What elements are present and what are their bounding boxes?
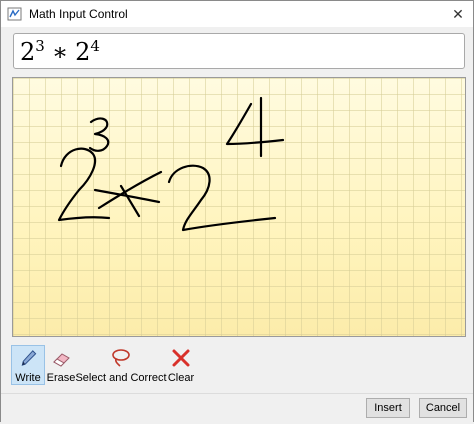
window-title: Math Input Control <box>29 7 128 21</box>
close-window-button[interactable]: ✕ <box>443 1 473 27</box>
write-tool-button[interactable]: Write <box>11 345 45 385</box>
close-icon: ✕ <box>452 5 464 22</box>
pen-icon <box>21 350 37 366</box>
erase-label: Erase <box>46 372 76 384</box>
preview-exponent-1: 3 <box>35 37 45 55</box>
math-input-icon <box>7 7 22 21</box>
insert-button[interactable]: Insert <box>366 398 410 418</box>
ink-stroke-exponent-3 <box>88 117 110 152</box>
eraser-icon <box>53 353 70 367</box>
lasso-icon <box>112 349 130 367</box>
preview-base-2: 2 <box>75 38 91 66</box>
handwriting-ink <box>57 96 285 232</box>
math-input-window: Math Input Control ✕ 23 ∗ 24 Write Erase… <box>0 0 474 424</box>
ink-stroke-base-2 <box>57 147 111 222</box>
dialog-button-bar: Insert Cancel <box>1 393 473 424</box>
cancel-button[interactable]: Cancel <box>419 398 467 418</box>
clear-label: Clear <box>167 372 195 384</box>
select-correct-tool-button[interactable]: Select and Correct <box>75 345 167 385</box>
math-preview[interactable]: 23 ∗ 24 <box>13 33 465 69</box>
title-bar: Math Input Control ✕ <box>1 1 473 27</box>
ink-stroke-star-2 <box>119 184 141 218</box>
preview-operator: ∗ <box>51 38 69 66</box>
red-x-icon <box>172 349 190 367</box>
ink-stroke-base-2b <box>167 164 277 232</box>
clear-tool-button[interactable]: Clear <box>167 345 195 385</box>
erase-tool-button[interactable]: Erase <box>47 345 75 385</box>
ink-stroke-exponent-4a <box>225 102 285 146</box>
preview-exponent-2: 4 <box>90 37 100 55</box>
preview-base-1: 2 <box>20 38 36 66</box>
writing-area[interactable] <box>12 77 466 337</box>
write-label: Write <box>15 372 41 384</box>
select-correct-label: Select and Correct <box>75 372 167 384</box>
